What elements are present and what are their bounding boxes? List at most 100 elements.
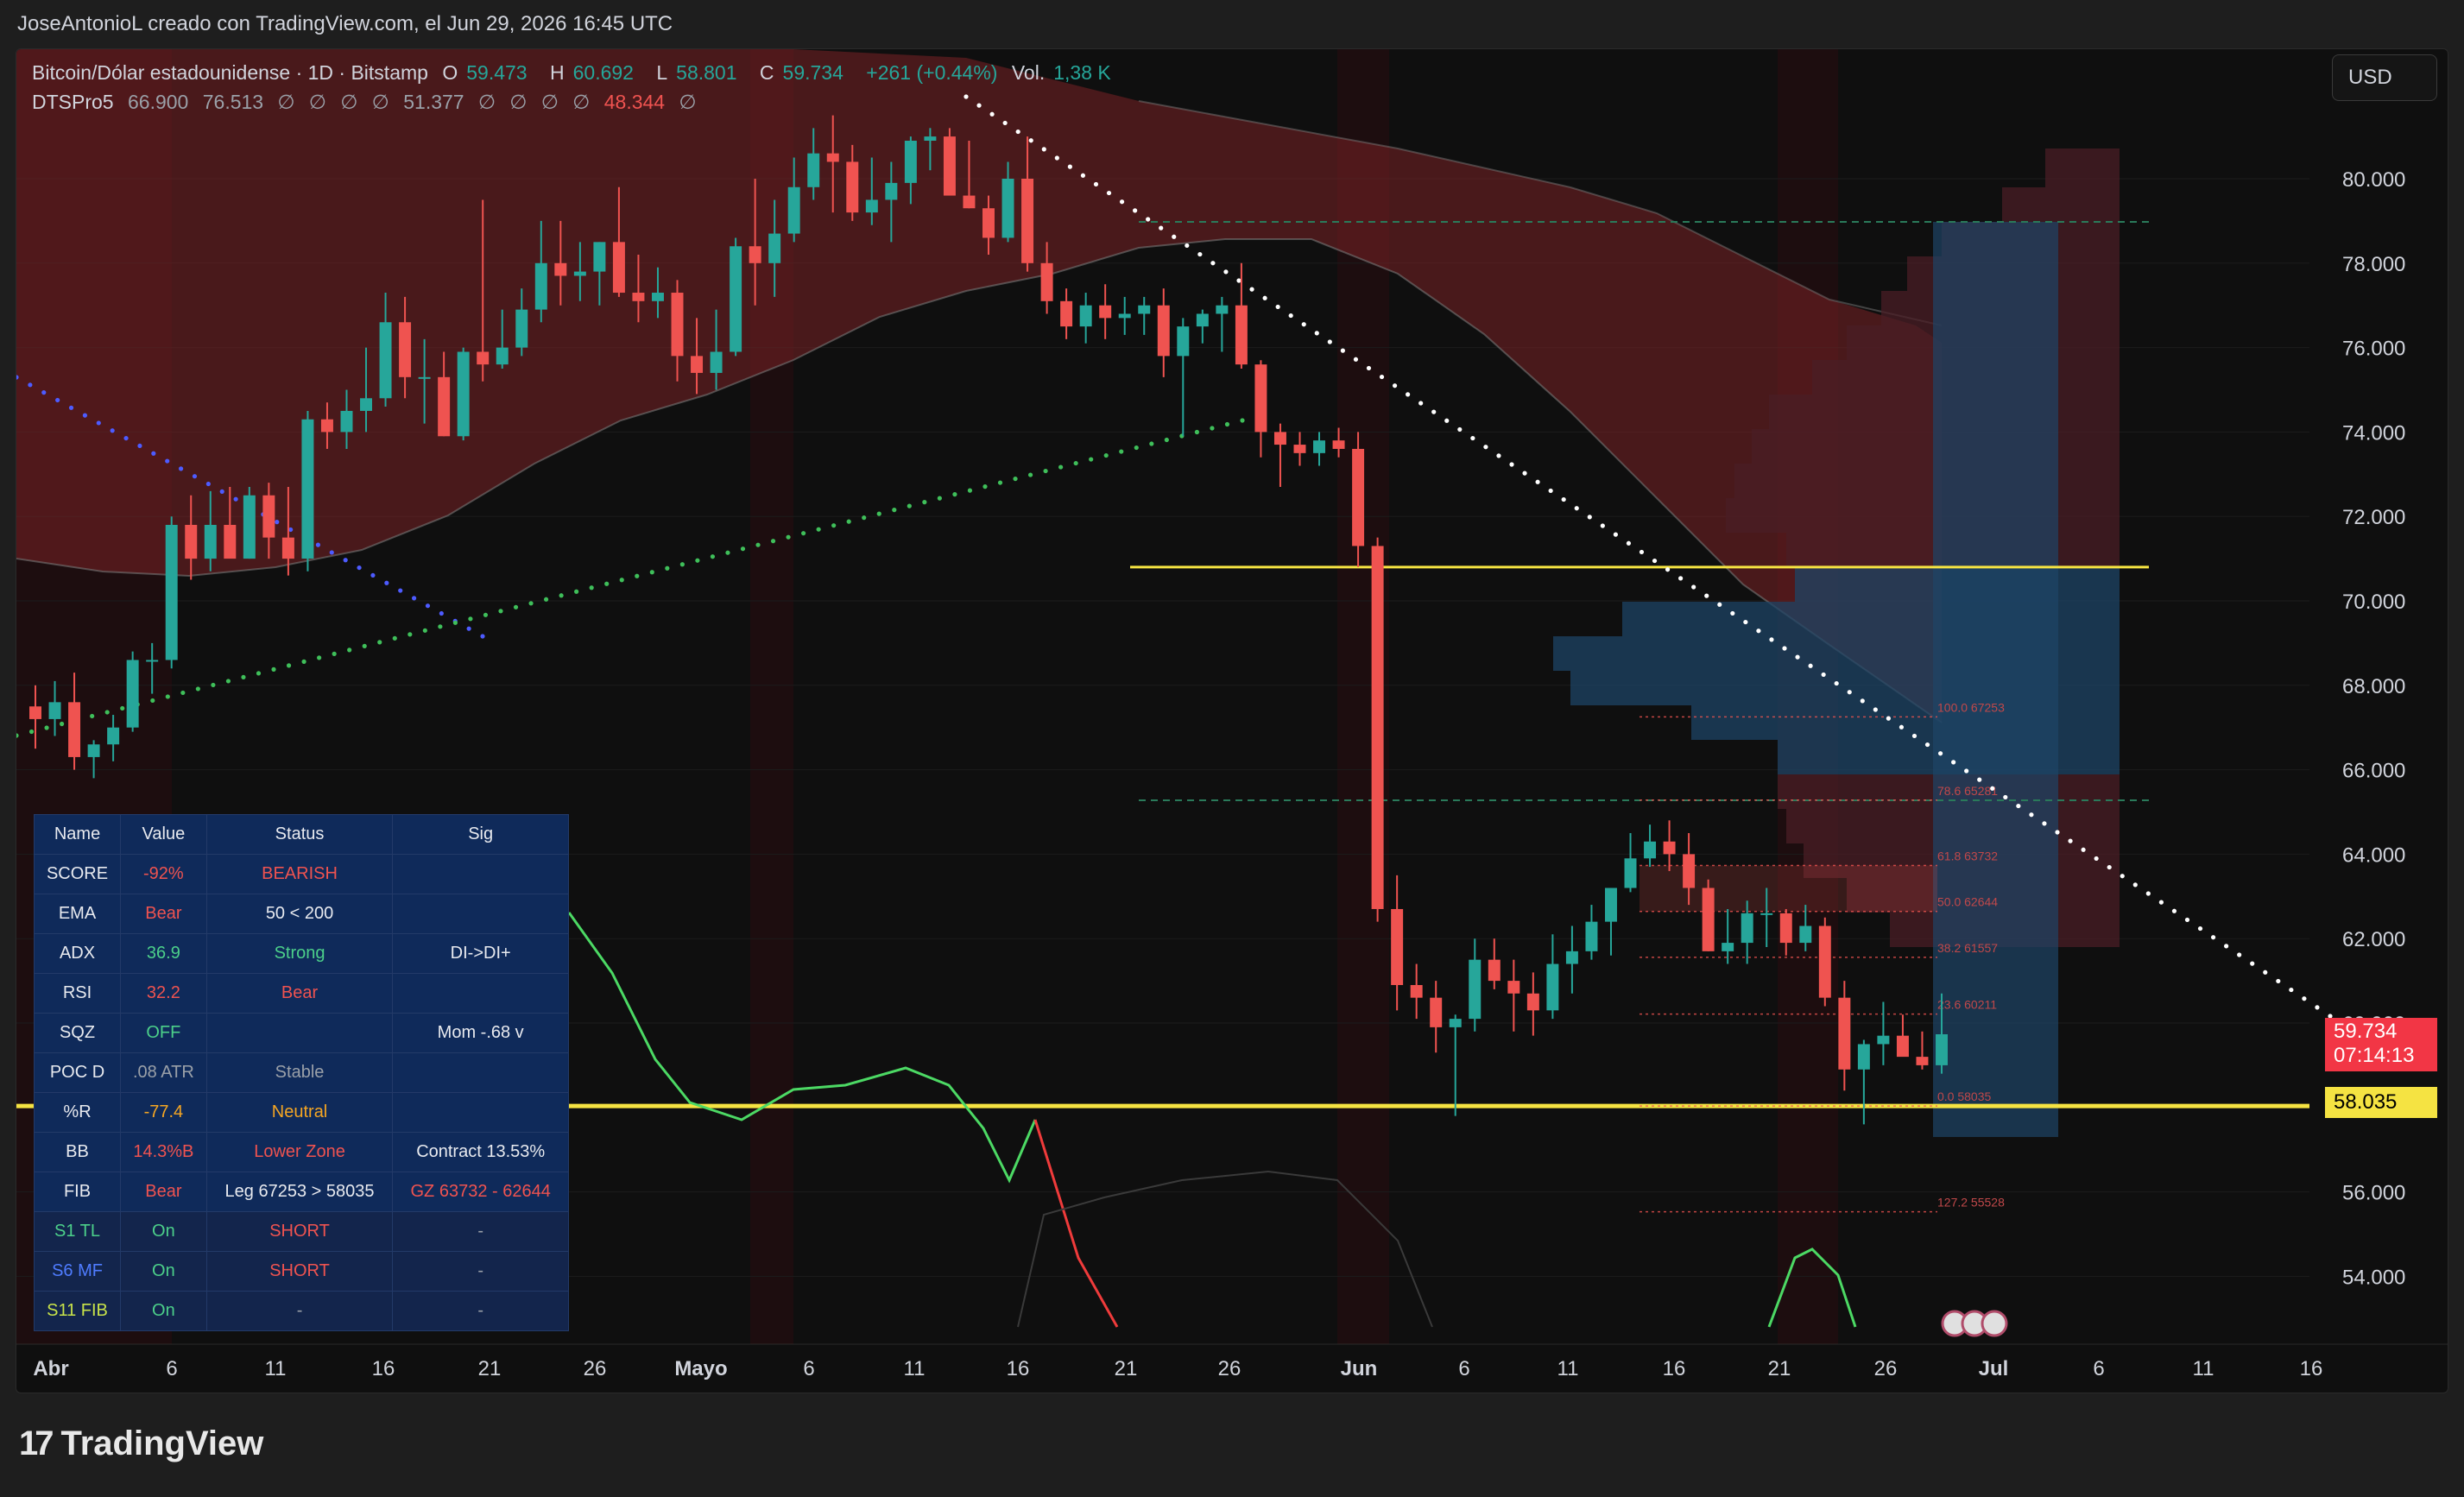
candle-body [165, 524, 178, 660]
trendline-dot [801, 531, 806, 536]
trendline-dot [1340, 348, 1345, 353]
candle-body [1722, 943, 1734, 951]
info-cell-status: Bear [205, 973, 394, 1014]
info-cell-value: 14.3%B [120, 1132, 207, 1172]
trendline-dot [28, 729, 35, 735]
info-cell-sig: - [392, 1251, 569, 1292]
candle-body [807, 153, 820, 187]
candle-body [438, 376, 451, 437]
x-axis-label: Jun [1341, 1357, 1378, 1380]
candle-body [1546, 963, 1559, 1011]
info-table-row: S1 TL On SHORT - [33, 1211, 569, 1252]
candle-body [1916, 1057, 1929, 1065]
x-axis-label: 26 [1218, 1357, 1241, 1380]
info-cell-value: On [120, 1291, 207, 1331]
trendline-dot [1418, 401, 1424, 406]
trendline-dot [1509, 462, 1514, 467]
candle-body [301, 419, 314, 559]
ohlc-high: H 60.692 [549, 61, 634, 84]
indicator-legend[interactable]: DTSPro5 66.900 76.513 ∅ ∅ ∅ ∅ 51.377 ∅ ∅… [32, 91, 705, 114]
trendline-dot [1535, 479, 1540, 484]
trendline-dot [392, 635, 397, 641]
volume-profile-bar [1734, 464, 2120, 498]
trendline-dot [989, 111, 995, 117]
symbol-title[interactable]: Bitcoin/Dólar estadounidense · 1D · Bits… [32, 61, 428, 84]
x-axis-label: 26 [584, 1357, 607, 1380]
trendline-dot [997, 480, 1003, 485]
trendline-dot [1002, 120, 1008, 126]
trendline-dot [1392, 383, 1398, 388]
x-axis-label: Mayo [674, 1357, 727, 1380]
trendline-dot [1769, 637, 1774, 642]
trendline-dot [1990, 786, 1995, 791]
x-axis-label: 16 [2300, 1357, 2323, 1380]
trendline-dot [1743, 619, 1748, 625]
trendline-dot [1043, 468, 1048, 474]
trendline-dot [271, 666, 276, 672]
x-axis-label: 16 [1007, 1357, 1030, 1380]
trendline-dot [28, 382, 33, 388]
candle-body [710, 351, 723, 373]
trendline-dot [1522, 471, 1527, 476]
empty-value: ∅ [679, 91, 697, 113]
trendline-dot [846, 519, 851, 524]
trendline-dot [151, 451, 156, 456]
trendline-dot [468, 616, 473, 622]
trendline-dot [1224, 421, 1230, 427]
trendline-dot [1262, 295, 1267, 300]
candle-body [1352, 448, 1365, 546]
candle-body [48, 702, 61, 719]
trendline-dot [1886, 716, 1891, 721]
trendline-dot [2003, 794, 2008, 800]
trendline-dot [1444, 418, 1450, 423]
info-cell-name: %R [33, 1092, 122, 1133]
y-axis-label: 68.000 [2342, 675, 2405, 698]
trendline-dot [2132, 882, 2138, 887]
info-table-row: FIB Bear Leg 67253 > 58035 GZ 63732 - 62644 [33, 1172, 569, 1212]
info-table-header: Name Value Status Sig [33, 814, 569, 855]
candle-body [1040, 262, 1053, 301]
trendline-dot [755, 542, 761, 547]
info-table-row: RSI 32.2 Bear [33, 973, 569, 1014]
trendline-dot [1847, 690, 1852, 695]
candle-body [1469, 959, 1482, 1020]
candle-body [1138, 305, 1151, 314]
volume-profile-bar [2002, 187, 2120, 222]
trendline-dot [1964, 768, 1969, 774]
x-axis-label: 11 [904, 1357, 926, 1380]
volume-profile-bar [1726, 498, 2120, 533]
candle-body [29, 706, 41, 719]
trendline-dot [1028, 138, 1033, 143]
candle-body [904, 140, 917, 183]
trendline-dot [1353, 357, 1359, 362]
fib-level-label: 61.8 63732 [1937, 850, 1998, 863]
trendline-dot [1937, 751, 1943, 756]
trendline-dot [1782, 646, 1787, 651]
info-cell-sig [392, 1092, 569, 1133]
trendline-dot [2263, 970, 2268, 975]
chart-panel[interactable]: 100.0 67253 78.6 65281 61.8 63732 50.0 6264… [16, 48, 2448, 1393]
indicator-value-2: 76.513 [202, 91, 264, 113]
info-cell-name: SQZ [33, 1013, 122, 1053]
trendline-dot [211, 682, 216, 688]
trendline-dot [1730, 610, 1735, 616]
candle-body [320, 419, 333, 433]
candle-body [1896, 1035, 1909, 1058]
indicator-name[interactable]: DTSPro5 [32, 91, 114, 113]
info-cell-sig: - [392, 1291, 569, 1331]
tradingview-logo[interactable]: 17 TradingView [19, 1424, 263, 1463]
candle-body [1118, 313, 1131, 319]
trendline-dot [1301, 322, 1306, 327]
candle-body [1060, 300, 1073, 327]
trendline-dot [528, 601, 534, 606]
candle-body [1254, 364, 1267, 433]
trendline-dot [2197, 925, 2203, 932]
currency-selector-button[interactable]: USD [2332, 54, 2437, 101]
candle-body [1585, 921, 1598, 951]
info-cell-value: On [120, 1211, 207, 1252]
trendline-dot [1587, 515, 1592, 520]
symbol-legend[interactable]: Bitcoin/Dólar estadounidense · 1D · Bits… [32, 61, 1128, 85]
trendline-dot [967, 488, 973, 493]
candle-body [612, 242, 625, 294]
trendline-dot [1015, 129, 1020, 135]
